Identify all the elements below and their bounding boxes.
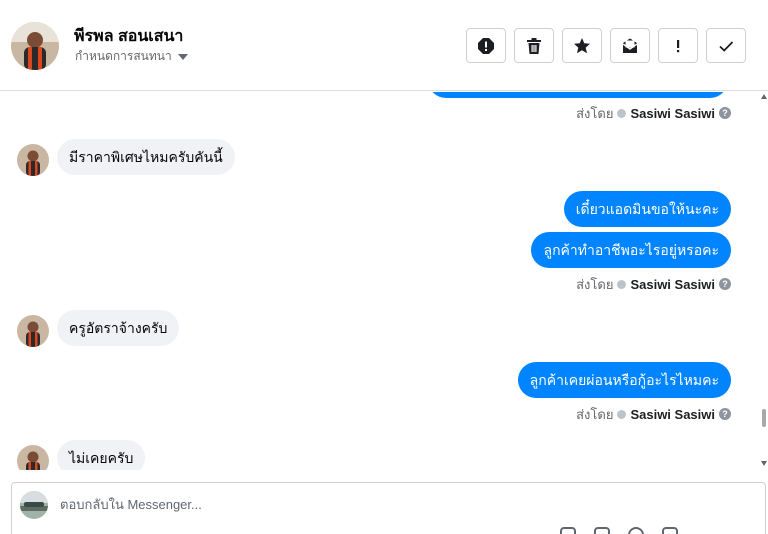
message-incoming: ครูอัตราจ้างครับ [57,310,180,346]
mark-unread-button[interactable] [610,28,650,63]
image-icon[interactable] [594,527,610,534]
contact-avatar-small[interactable] [17,445,49,470]
contact-avatar-small[interactable] [17,315,49,347]
report-spam-button[interactable] [466,28,506,63]
help-icon[interactable]: ? [719,408,731,420]
message-outgoing: ลูกค้าทำอาชีพอะไรอยู่หรอคะ [531,232,731,268]
caret-down-icon [177,54,188,60]
thread-scrollbar[interactable] [760,92,768,470]
sender-name: Sasiwi Sasiwi [630,105,715,121]
message-thread[interactable]: ส่งโดย Sasiwi Sasiwi ? มีราคาพิเศษไหมครั… [0,92,768,470]
attachment-icon[interactable] [560,527,576,534]
page-badge-icon [617,409,627,419]
sent-by-meta: ส่งโดย Sasiwi Sasiwi ? [576,105,731,121]
contact-avatar-small[interactable] [17,144,49,176]
star-icon [574,37,590,53]
page-badge-icon [617,108,627,118]
trash-icon [527,37,541,54]
emoji-icon[interactable] [628,527,644,534]
scroll-thumb[interactable] [762,409,766,427]
page-avatar [20,491,48,519]
assign-label: กำหนดการสนทนา [75,49,172,63]
reply-input[interactable] [60,497,660,512]
contact-avatar[interactable] [11,22,59,70]
message-outgoing: เดี๋ยวแอดมินขอให้นะคะ [563,191,731,227]
sent-by-meta: ส่งโดย Sasiwi Sasiwi ? [576,406,731,422]
sent-by-meta: ส่งโดย Sasiwi Sasiwi ? [576,276,731,292]
message-outgoing-partial [428,92,728,98]
conversation-header: พีรพล สอนเสนา กำหนดการสนทนา [0,0,768,91]
check-icon [719,40,734,52]
important-icon [677,39,680,52]
message-incoming: มีราคาพิเศษไหมครับคันนี้ [57,139,235,175]
page-badge-icon [617,279,627,289]
star-button[interactable] [562,28,602,63]
mark-done-button[interactable] [706,28,746,63]
composer-toolbar [560,527,678,534]
mark-unread-icon [622,38,638,53]
conversation-assign-dropdown[interactable]: กำหนดการสนทนา [75,47,188,66]
scroll-down-icon[interactable] [761,461,767,466]
important-button[interactable] [658,28,698,63]
sender-name: Sasiwi Sasiwi [630,406,715,422]
sent-by-label: ส่งโดย [576,105,614,121]
report-icon [478,37,494,54]
reply-composer [11,482,766,534]
message-outgoing: ลูกค้าเคยผ่อนหรือกู้อะไรไหมคะ [517,362,731,398]
delete-button[interactable] [514,28,554,63]
help-icon[interactable]: ? [719,278,731,290]
gif-icon[interactable] [662,527,678,534]
scroll-up-icon[interactable] [761,94,767,99]
message-incoming: ไม่เคยครับ [57,440,146,470]
conversation-actions [466,28,746,63]
sent-by-label: ส่งโดย [576,276,614,292]
help-icon[interactable]: ? [719,107,731,119]
contact-name[interactable]: พีรพล สอนเสนา [74,24,183,49]
sent-by-label: ส่งโดย [576,406,614,422]
sender-name: Sasiwi Sasiwi [630,276,715,292]
